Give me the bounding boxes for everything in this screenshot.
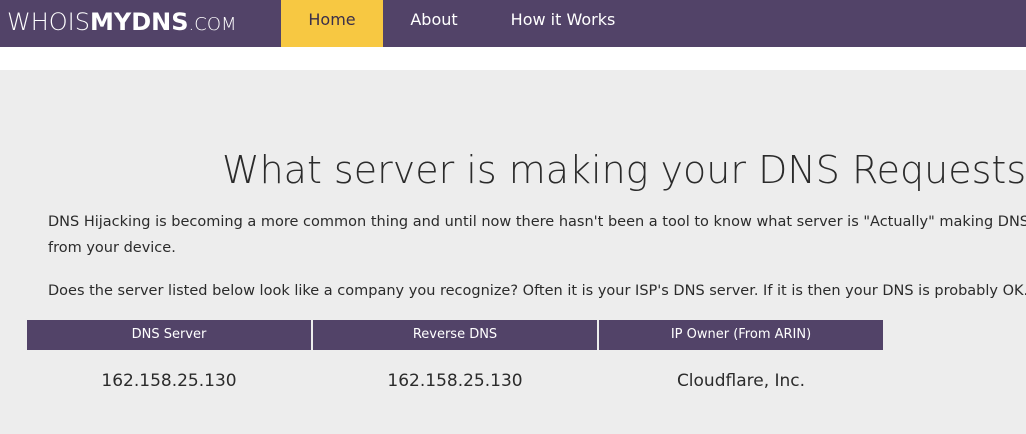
top-navbar: WHOISMYDNS.COM Home About How it Works	[0, 0, 1026, 47]
question-paragraph: Does the server listed below look like a…	[48, 283, 1026, 299]
cell-ip-owner: Cloudflare, Inc.	[676, 371, 806, 391]
logo-part-whois: WHOIS	[7, 8, 90, 36]
nav-how-it-works[interactable]: How it Works	[504, 0, 622, 47]
nav-home[interactable]: Home	[281, 0, 383, 47]
intro-line-1: DNS Hijacking is becoming a more common …	[48, 214, 1026, 230]
table-row: 162.158.25.130 162.158.25.130 Cloudflare…	[27, 350, 885, 412]
intro-paragraph: DNS Hijacking is becoming a more common …	[48, 209, 1026, 261]
logo-part-com: .COM	[188, 14, 237, 35]
logo-part-mydns: MYDNS	[89, 8, 189, 36]
intro-line-2: from your device.	[48, 240, 176, 256]
site-logo[interactable]: WHOISMYDNS.COM	[7, 8, 237, 36]
header-dns-server: DNS Server	[27, 320, 311, 350]
cell-dns-server: 162.158.25.130	[101, 371, 237, 391]
header-band	[0, 47, 1026, 70]
header-ip-owner: IP Owner (From ARIN)	[599, 320, 883, 350]
header-reverse-dns: Reverse DNS	[313, 320, 597, 350]
dns-results-table: DNS Server Reverse DNS IP Owner (From AR…	[27, 320, 885, 412]
page-title: What server is making your DNS Requests?	[222, 148, 1026, 192]
table-header-row: DNS Server Reverse DNS IP Owner (From AR…	[27, 320, 885, 350]
cell-reverse-dns: 162.158.25.130	[387, 371, 523, 391]
nav-about[interactable]: About	[400, 0, 468, 47]
